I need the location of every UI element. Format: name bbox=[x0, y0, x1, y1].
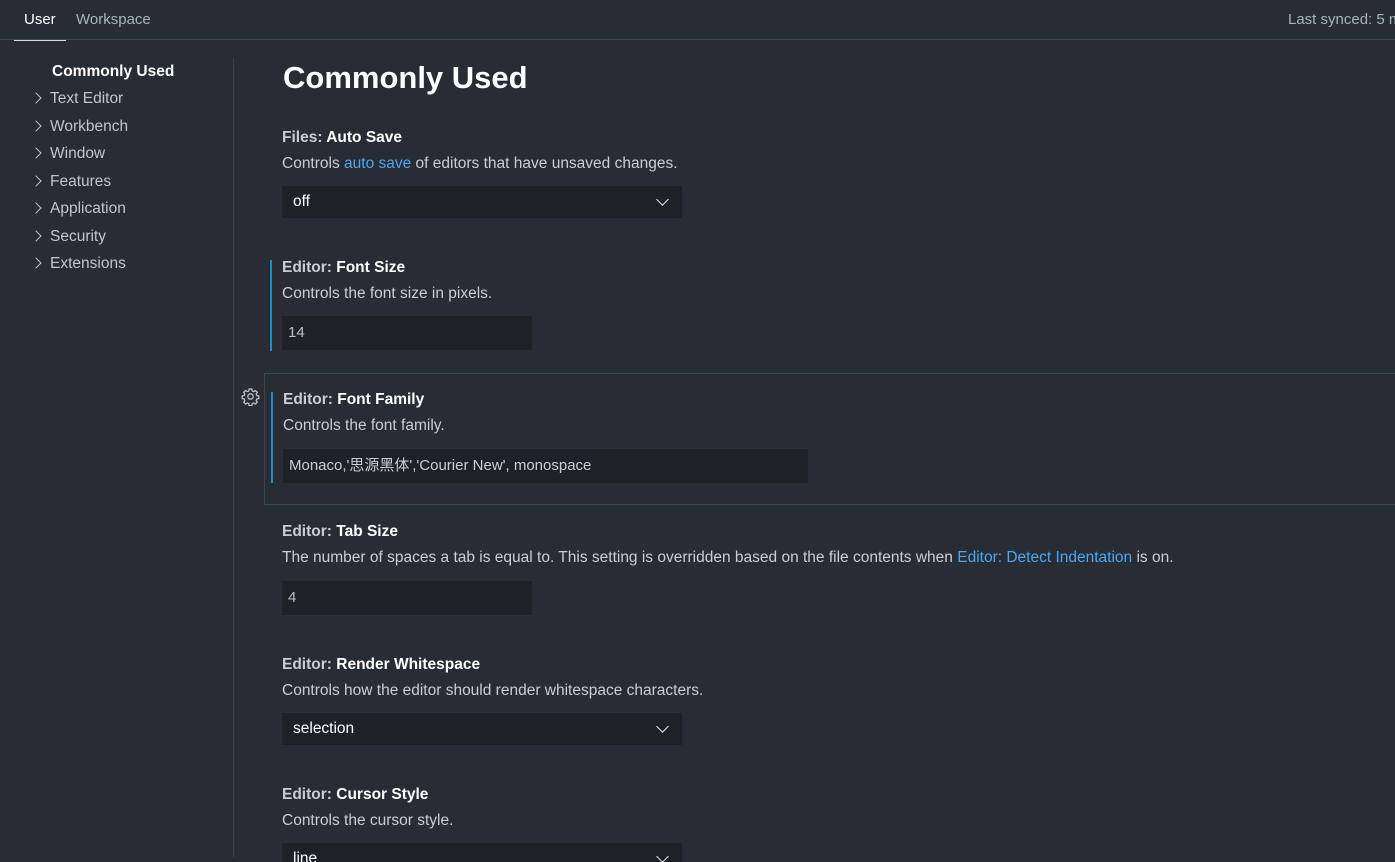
setting-name: Cursor Style bbox=[336, 786, 429, 803]
chevron-right-icon bbox=[30, 230, 42, 242]
tab-size-input[interactable] bbox=[282, 581, 532, 615]
desc-text: of editors that have unsaved changes. bbox=[411, 155, 678, 172]
toc-item-text-editor[interactable]: Text Editor bbox=[30, 88, 124, 110]
setting-name: Render Whitespace bbox=[336, 656, 481, 673]
toc-item-label: Text Editor bbox=[50, 90, 124, 107]
font-family-input[interactable] bbox=[283, 449, 808, 483]
chevron-down-icon bbox=[656, 193, 669, 206]
setting-title: Editor: Font Family bbox=[283, 391, 424, 409]
select-value: line bbox=[293, 850, 318, 862]
desc-text: The number of spaces a tab is equal to. … bbox=[282, 549, 958, 566]
tab-user[interactable]: User bbox=[14, 0, 66, 41]
detect-indentation-link[interactable]: Editor: Detect Indentation bbox=[957, 549, 1132, 566]
setting-description: Controls auto save of editors that have … bbox=[282, 155, 678, 173]
setting-category: Editor: bbox=[282, 523, 332, 540]
toc-item-window[interactable]: Window bbox=[30, 143, 106, 165]
chevron-right-icon bbox=[30, 202, 42, 214]
select-value: selection bbox=[293, 720, 355, 737]
setting-category: Editor: bbox=[282, 786, 332, 803]
toc-item-label: Features bbox=[50, 173, 112, 190]
setting-description: Controls the font family. bbox=[283, 417, 445, 434]
setting-files-auto-save: Files: Auto Save Controls auto save of e… bbox=[264, 124, 1395, 234]
toc-item-features[interactable]: Features bbox=[30, 171, 112, 193]
setting-editor-tab-size: Editor: Tab Size The number of spaces a … bbox=[264, 518, 1395, 628]
chevron-right-icon bbox=[30, 120, 42, 132]
tab-workspace[interactable]: Workspace bbox=[76, 0, 151, 40]
toc-item-label: Application bbox=[50, 200, 126, 217]
setting-title: Files: Auto Save bbox=[282, 129, 402, 147]
toc-item-label: Window bbox=[50, 145, 106, 162]
setting-description: Controls the font size in pixels. bbox=[282, 285, 493, 302]
setting-editor-cursor-style: Editor: Cursor Style Controls the cursor… bbox=[264, 781, 1395, 862]
setting-category: Editor: bbox=[282, 259, 332, 276]
toc-item-workbench[interactable]: Workbench bbox=[30, 116, 129, 138]
select-value: off bbox=[293, 193, 310, 210]
desc-text: Controls bbox=[282, 155, 345, 172]
setting-editor-render-whitespace: Editor: Render Whitespace Controls how t… bbox=[264, 651, 1395, 761]
setting-title: Editor: Render Whitespace bbox=[282, 656, 480, 674]
toc-item-security[interactable]: Security bbox=[30, 226, 106, 248]
settings-tab-bar: User Workspace Last synced: 5 m bbox=[0, 0, 1395, 41]
setting-description: Controls the cursor style. bbox=[282, 812, 454, 829]
modified-indicator bbox=[271, 392, 273, 483]
cursor-style-select[interactable]: line bbox=[282, 843, 682, 862]
setting-title: Editor: Cursor Style bbox=[282, 786, 428, 804]
setting-name: Font Size bbox=[336, 259, 406, 276]
setting-name: Auto Save bbox=[326, 129, 403, 146]
page-title: Commonly Used bbox=[283, 60, 528, 95]
font-size-input[interactable] bbox=[282, 316, 532, 350]
toc-item-label: Security bbox=[50, 228, 106, 245]
setting-category: Editor: bbox=[282, 656, 332, 673]
toc-item-commonly-used[interactable]: Commonly Used bbox=[52, 61, 174, 83]
setting-description: The number of spaces a tab is equal to. … bbox=[282, 549, 1174, 567]
setting-name: Font Family bbox=[337, 391, 425, 408]
setting-category: Editor: bbox=[283, 391, 333, 408]
chevron-right-icon bbox=[30, 147, 42, 159]
setting-name: Tab Size bbox=[336, 523, 398, 540]
setting-editor-font-family: Editor: Font Family Controls the font fa… bbox=[264, 373, 1395, 505]
modified-indicator bbox=[270, 260, 272, 351]
setting-title: Editor: Tab Size bbox=[282, 523, 398, 541]
toc-item-label: Extensions bbox=[50, 255, 126, 272]
toc-item-extensions[interactable]: Extensions bbox=[30, 253, 126, 275]
auto-save-link[interactable]: auto save bbox=[344, 155, 411, 172]
chevron-right-icon bbox=[30, 92, 42, 104]
desc-text: is on. bbox=[1132, 549, 1174, 566]
settings-toc: Commonly Used Text Editor Workbench Wind… bbox=[0, 58, 234, 858]
setting-description: Controls how the editor should render wh… bbox=[282, 682, 704, 699]
setting-editor-font-size: Editor: Font Size Controls the font size… bbox=[264, 254, 1395, 364]
settings-editor: User Workspace Last synced: 5 m Commonly… bbox=[0, 0, 1395, 862]
auto-save-select[interactable]: off bbox=[282, 186, 682, 218]
render-whitespace-select[interactable]: selection bbox=[282, 713, 682, 745]
gear-icon[interactable] bbox=[241, 387, 260, 406]
chevron-down-icon bbox=[656, 720, 669, 733]
chevron-down-icon bbox=[656, 850, 669, 862]
toc-item-application[interactable]: Application bbox=[30, 198, 126, 220]
chevron-right-icon bbox=[30, 257, 42, 269]
toc-item-label: Workbench bbox=[50, 118, 129, 135]
chevron-right-icon bbox=[30, 175, 42, 187]
setting-category: Files: bbox=[282, 129, 323, 146]
sync-status: Last synced: 5 m bbox=[1288, 11, 1395, 28]
setting-title: Editor: Font Size bbox=[282, 259, 405, 277]
